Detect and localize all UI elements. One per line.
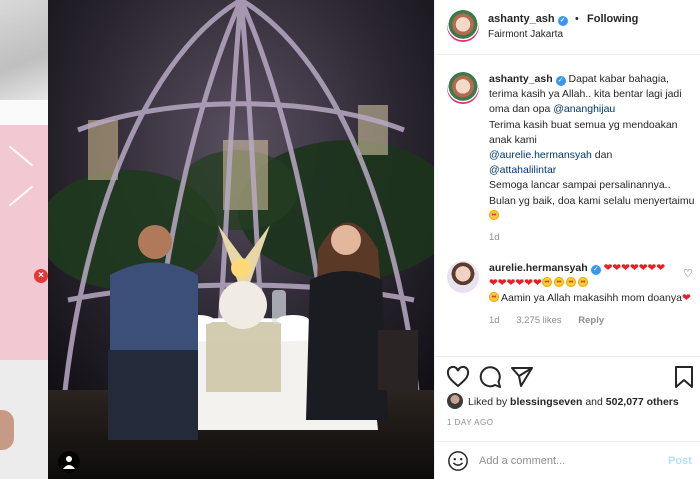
author-avatar[interactable] [447, 10, 479, 42]
header-separator: • [575, 13, 579, 25]
liked-by-summary: Liked by blessingseven and 502,077 other… [447, 393, 697, 409]
verified-badge-icon: ✓ [590, 265, 601, 275]
add-comment-bar: Post [435, 441, 700, 479]
caption-body: ashanty_ash ✓ Dapat kabar bahagia, terima… [489, 72, 695, 245]
caption-meta: 1d [489, 230, 695, 245]
caption-age[interactable]: 1d [489, 232, 500, 243]
comment-like-heart-icon[interactable]: ♡ [683, 267, 693, 280]
comment-likes[interactable]: 3,275 likes [516, 315, 561, 326]
commenter-avatar[interactable] [447, 261, 479, 293]
caption-text-3: dan [591, 149, 613, 162]
comment-meta: 1d 3,275 likes Reply [489, 313, 695, 328]
following-button[interactable]: Following [587, 13, 638, 25]
comment-input[interactable] [479, 451, 659, 471]
background-face [0, 410, 14, 450]
commenter-username[interactable]: aurelie.hermansyah [489, 262, 588, 274]
post-timestamp[interactable]: 1 DAY AGO [447, 418, 493, 427]
user-tag-glyph [63, 456, 75, 469]
heart-emoji-icons-row-2: ❤❤❤❤❤❤ [489, 277, 542, 290]
heart-eyes-emoji-icon [541, 277, 552, 288]
paper-plane-icon[interactable] [510, 365, 534, 389]
comment-body: aurelie.hermansyah ✓ ❤❤❤❤❤❤❤ ❤❤❤❤❤❤ Aamin… [489, 261, 695, 328]
heart-eyes-emoji-icon [489, 292, 499, 303]
reply-button[interactable]: Reply [578, 315, 604, 326]
background-page [0, 0, 48, 479]
background-thumbnail-pink [0, 125, 48, 360]
post-comment-button[interactable]: Post [668, 455, 692, 467]
user-tag-icon[interactable] [58, 451, 80, 473]
mention-ananghijau[interactable]: @ananghijau [553, 103, 615, 115]
verified-badge-icon: ✓ [557, 16, 568, 26]
author-username-text[interactable]: ashanty_ash [488, 13, 555, 25]
heart-eyes-emoji-icon [553, 277, 564, 288]
background-thumbnail-top [0, 0, 48, 100]
liker-avatar[interactable] [447, 393, 463, 409]
mention-attahalilintar[interactable]: @attahalilintar [489, 164, 556, 176]
author-username[interactable]: ashanty_ash ✓ [488, 13, 568, 26]
liked-by-prefix: Liked by [468, 396, 511, 408]
comments-section: ashanty_ash ✓ Dapat kabar bahagia, terima… [435, 56, 700, 356]
heart-eyes-emoji-icon [489, 209, 499, 220]
mention-aurelie[interactable]: @aurelie.hermansyah [489, 149, 592, 161]
post-photo[interactable] [48, 0, 434, 479]
heart-eyes-emoji-icon [577, 277, 588, 288]
photo-illustration [48, 0, 434, 479]
location-link[interactable]: Fairmont Jakarta [488, 29, 563, 40]
liker-username[interactable]: blessingseven [510, 396, 582, 408]
smiley-icon[interactable] [447, 450, 469, 472]
heart-emoji-icons: ❤❤❤❤❤❤❤ [603, 262, 666, 274]
heart-outline-icon[interactable] [446, 365, 470, 389]
heart-emoji-icon: ❤ [681, 292, 691, 305]
others-likes-link[interactable]: 502,077 others [606, 396, 679, 408]
post-actions: Liked by blessingseven and 502,077 other… [435, 356, 700, 479]
speech-bubble-icon[interactable] [478, 365, 502, 389]
comment-age[interactable]: 1d [489, 315, 500, 326]
bookmark-icon[interactable] [672, 365, 696, 389]
heart-eyes-emoji-icon [565, 277, 576, 288]
liked-by-middle: and [582, 396, 606, 408]
caption-text-4: Semoga lancar sampai persalinannya.. Bul… [489, 179, 695, 207]
close-icon[interactable]: × [34, 269, 48, 283]
post-header: ashanty_ash ✓ • Following Fairmont Jakart… [435, 0, 700, 55]
caption-avatar[interactable] [447, 72, 479, 104]
verified-badge-icon: ✓ [555, 76, 566, 86]
caption-username[interactable]: ashanty_ash [489, 73, 553, 85]
caption-text-2: Terima kasih buat semua yg mendoakan ana… [489, 118, 678, 146]
comment-text: Aamin ya Allah makasihh mom doanya [501, 292, 682, 305]
post-side-panel: ashanty_ash ✓ • Following Fairmont Jakart… [434, 0, 700, 479]
